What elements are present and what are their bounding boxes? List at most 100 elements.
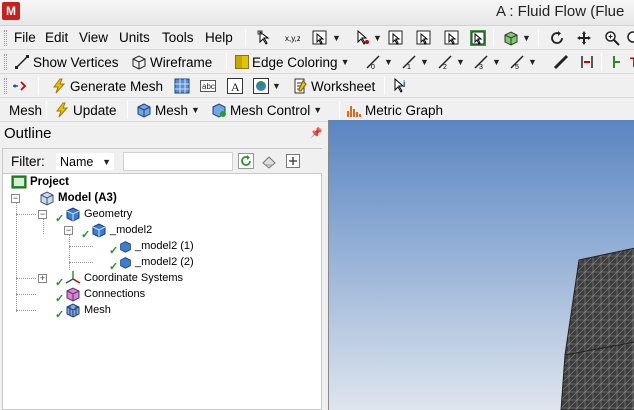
mesh-toolbar: Generate Mesh abc A ▼ Worksheet i [0, 74, 634, 98]
tree-node-model2[interactable]: _model2 [91, 222, 152, 238]
wireframe-icon [132, 55, 146, 70]
show-vertices-icon [15, 55, 29, 69]
mesh-node-icon [66, 303, 80, 318]
menu-help[interactable]: Help [205, 30, 233, 45]
filter-type-value: Name [60, 155, 94, 169]
mesh-menu-dropdown-icon: ▼ [191, 105, 200, 115]
show-mesh-icon[interactable] [579, 54, 595, 70]
menu-file[interactable]: File [14, 30, 36, 45]
geometry-icon [66, 207, 80, 222]
edge-option-1-button[interactable]: 0 ▼ [365, 53, 393, 71]
zoom-icon[interactable] [604, 30, 620, 46]
select-edge-icon[interactable] [416, 30, 432, 46]
metric-graph-button[interactable]: Metric Graph [346, 101, 443, 119]
edge-two-icon: 2 [438, 55, 452, 70]
expand-all-icon[interactable] [285, 153, 301, 169]
display-style-button[interactable]: ▼ [253, 77, 281, 95]
select-cursor-icon[interactable] [355, 30, 371, 46]
edge-option-4-button[interactable]: 3 ▼ [473, 53, 501, 71]
select-vertex-icon[interactable] [388, 30, 404, 46]
menu-units[interactable]: Units [119, 30, 150, 45]
generate-mesh-button[interactable]: Generate Mesh [51, 77, 163, 95]
annotation-abc-icon[interactable]: abc [200, 78, 216, 94]
tree-node-label: Model (A3) [58, 192, 117, 204]
mesh-menu-label: Mesh [155, 102, 189, 118]
rotate-icon[interactable] [549, 30, 565, 46]
tree-node-model2-2[interactable]: _model2 (2) [119, 254, 194, 270]
select-body-dropdown-icon[interactable]: ▼ [332, 33, 341, 43]
bar-graph-icon [347, 106, 361, 117]
thick-annotation-button[interactable]: T [611, 53, 634, 71]
status-check-icon: ✓ [55, 309, 65, 321]
lightning-icon [53, 78, 66, 94]
update-button[interactable]: Update [54, 101, 117, 119]
select-body-active-icon[interactable] [470, 30, 486, 46]
status-check-icon: ✓ [109, 245, 119, 257]
tree-node-connections[interactable]: Connections [65, 286, 145, 302]
thicken-edges-icon[interactable] [553, 54, 569, 70]
edge-three-icon: 3 [474, 55, 488, 70]
wireframe-label: Wireframe [150, 54, 213, 70]
tree-node-label: _model2 [110, 224, 153, 236]
show-vertices-button[interactable]: Show Vertices [14, 53, 119, 71]
context-help-icon[interactable]: i [393, 78, 409, 94]
worksheet-button[interactable]: Worksheet [292, 77, 375, 95]
preview-surface-mesh-icon[interactable] [174, 78, 190, 94]
mesh-control-button[interactable]: Mesh Control ▼ [211, 101, 322, 119]
coordinate-xyz-icon[interactable]: x,y,z [284, 30, 300, 46]
outline-tree: Project − Model (A3) − ✓ Geometry − ✓ _m… [2, 173, 322, 410]
edge-coloring-button[interactable]: Edge Coloring ▼ [235, 53, 349, 71]
toolbar-grip[interactable] [4, 78, 7, 94]
filter-search-input[interactable] [123, 152, 233, 171]
text-annotation-icon[interactable]: A [227, 78, 243, 94]
toolbar-grip[interactable] [4, 54, 7, 70]
title-bar: M A : Fluid Flow (Flue [0, 0, 634, 26]
filter-type-select[interactable]: Name ▼ [55, 152, 115, 171]
mesh-menu-button[interactable]: Mesh ▼ [136, 101, 200, 119]
tree-node-geometry[interactable]: Geometry [65, 206, 132, 222]
refresh-filter-icon[interactable] [238, 153, 254, 169]
extend-selection-dropdown-icon[interactable]: ▼ [522, 33, 531, 43]
extend-selection-icon[interactable] [503, 30, 519, 46]
pin-icon[interactable]: 📌 [310, 128, 322, 139]
tree-node-mesh[interactable]: Mesh [65, 302, 111, 318]
ansys-logo-icon[interactable]: M [2, 2, 20, 20]
wireframe-button[interactable]: Wireframe [131, 53, 212, 71]
pan-icon[interactable] [576, 30, 592, 46]
menu-tools[interactable]: Tools [162, 30, 194, 45]
window-title: A : Fluid Flow (Flue [496, 3, 625, 20]
menu-view[interactable]: View [79, 30, 108, 45]
tree-node-project[interactable]: Project [11, 174, 69, 190]
svg-text:i: i [403, 79, 406, 89]
status-check-icon: ✓ [81, 229, 91, 241]
collapse-geometry-icon[interactable]: − [38, 210, 47, 219]
model-icon [40, 191, 54, 206]
menu-edit[interactable]: Edit [45, 30, 68, 45]
mesh-control-dropdown-icon: ▼ [313, 105, 323, 115]
tree-node-coordinate-systems[interactable]: Coordinate Systems [65, 270, 183, 286]
edge-option-3-button[interactable]: 2 ▼ [437, 53, 465, 71]
svg-text:x,y,z: x,y,z [285, 34, 300, 43]
tree-node-label: Project [30, 176, 69, 188]
select-body-icon[interactable] [312, 30, 328, 46]
edge-multi-icon: 5 [510, 55, 524, 70]
svg-text:abc: abc [202, 82, 215, 91]
edge-option-2-button[interactable]: 1 ▼ [401, 53, 429, 71]
graphics-viewport[interactable] [328, 120, 634, 410]
toolbar-grip[interactable] [4, 30, 7, 46]
expand-coordinate-systems-icon[interactable]: + [38, 274, 47, 283]
filter-label: Filter: [11, 154, 45, 169]
clear-filter-icon[interactable] [261, 153, 277, 169]
section-plane-icon[interactable] [12, 78, 28, 94]
collapse-model2-icon[interactable]: − [64, 226, 73, 235]
zoom-box-icon[interactable] [626, 30, 634, 46]
mesh-control-icon [212, 103, 226, 118]
edge-option-5-button[interactable]: 5 ▼ [509, 53, 537, 71]
select-mode-icon[interactable] [257, 30, 273, 46]
tree-node-model[interactable]: Model (A3) [39, 190, 117, 206]
worksheet-label: Worksheet [311, 78, 376, 94]
select-cursor-dropdown-icon[interactable]: ▼ [373, 33, 382, 43]
tree-node-model2-1[interactable]: _model2 (1) [119, 238, 194, 254]
collapse-model-icon[interactable]: − [11, 194, 20, 203]
select-face-icon[interactable] [444, 30, 460, 46]
